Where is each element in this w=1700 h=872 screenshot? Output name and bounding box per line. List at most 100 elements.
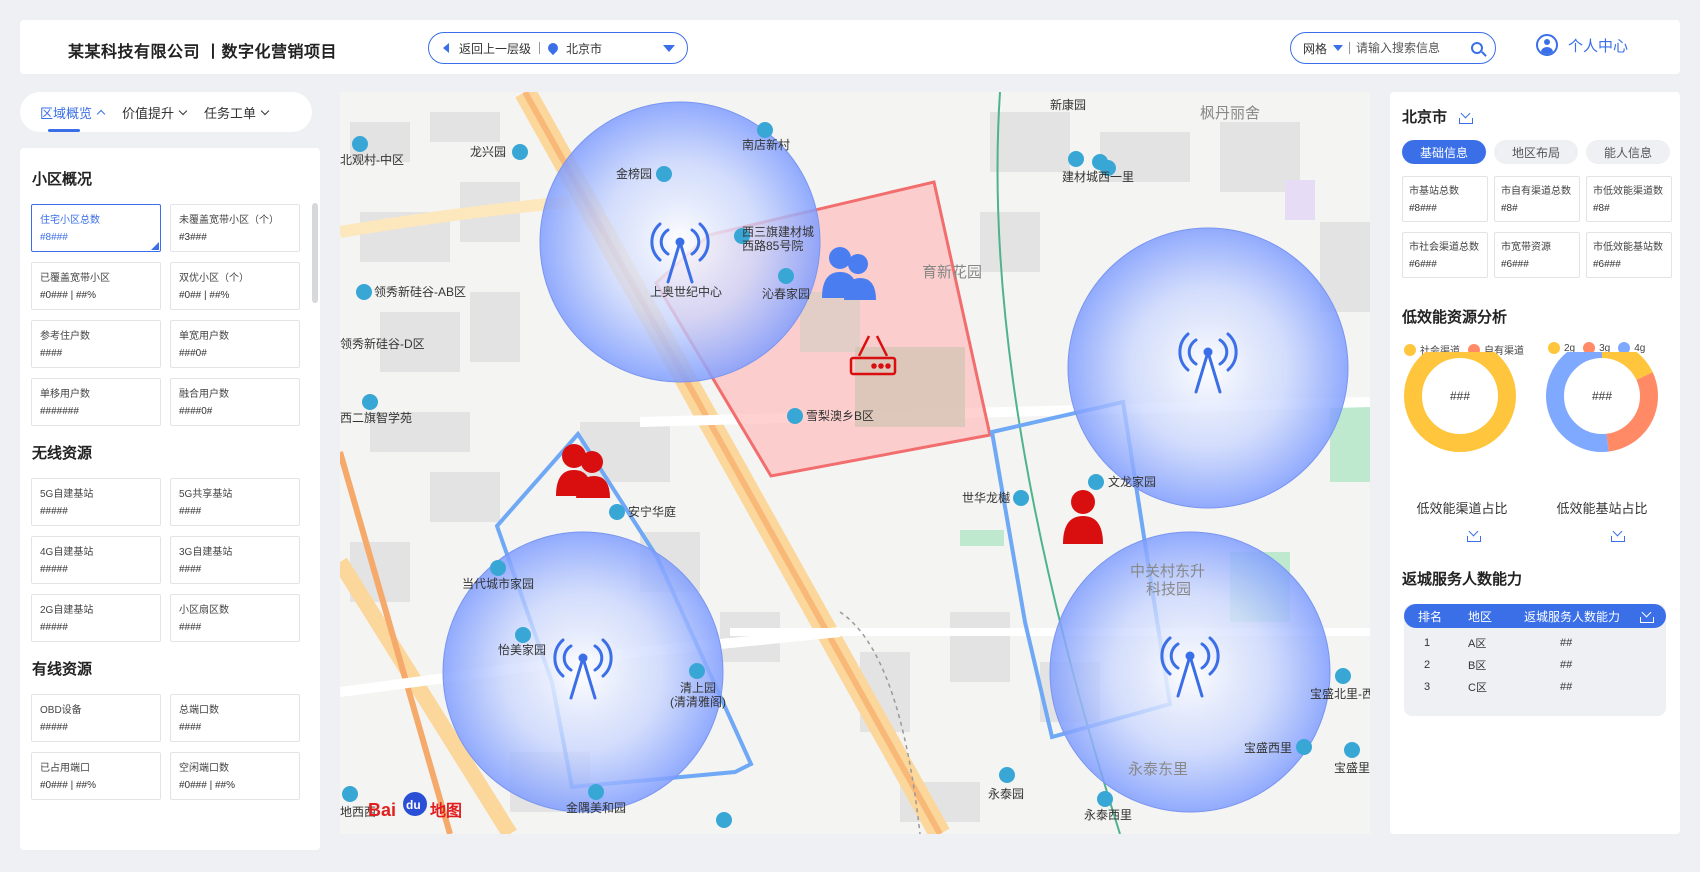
table-row[interactable]: 3 C区 ## xyxy=(1404,676,1666,698)
map-label: 宝盛北里-西 xyxy=(1310,686,1370,701)
tab-basic-info[interactable]: 基础信息 xyxy=(1402,140,1486,164)
stat-card[interactable]: 5G自建基站 ##### xyxy=(31,478,161,526)
stat-label: 市基站总数 xyxy=(1409,186,1459,197)
stat-card[interactable]: 融合用户数 ####0# xyxy=(170,378,300,426)
map-label: 领秀新硅谷-AB区 xyxy=(374,284,466,299)
tab-label: 任务工单 xyxy=(204,105,257,121)
column-header: 地区 xyxy=(1468,609,1493,624)
map-label: 领秀新硅谷-D区 xyxy=(340,336,425,351)
stat-card[interactable]: 3G自建基站 #### xyxy=(170,536,300,584)
stat-card[interactable]: 市低效能渠道数 #8# xyxy=(1586,176,1672,222)
download-icon[interactable] xyxy=(1459,110,1474,124)
stat-value: #0### | ##% xyxy=(40,290,96,301)
stat-card[interactable]: 5G共享基站 #### xyxy=(170,478,300,526)
user-center-label[interactable]: 个人中心 xyxy=(1568,35,1628,56)
map-label: 中关村东升 xyxy=(1130,563,1205,580)
stat-card[interactable]: OBD设备 ##### xyxy=(31,694,161,742)
tab-value-boost[interactable]: 价值提升 xyxy=(122,92,188,132)
stat-card[interactable]: 市基站总数 #8### xyxy=(1402,176,1488,222)
map-label: 清上园 xyxy=(680,681,716,695)
baidu-map-logo: Bai du 地图 xyxy=(368,792,462,820)
stat-card[interactable]: 参考住户数 #### xyxy=(31,320,161,368)
ability-title: 返城服务人数能力 xyxy=(1402,571,1523,588)
map-view[interactable]: 新康园 枫丹丽舍 南店新村 龙兴园 金榜园 北观村-中区 建材城西一里 西三旗建… xyxy=(340,92,1370,834)
coverage-circle[interactable] xyxy=(442,531,724,813)
stat-card[interactable]: 小区扇区数 #### xyxy=(170,594,300,642)
tab-area-overview[interactable]: 区域概览 xyxy=(40,92,106,132)
top-header: 某某科技有限公司 丨数字化营销项目 返回上一层级 北京市 网格 个人中心 xyxy=(20,20,1680,74)
stat-value: ##### xyxy=(40,564,68,575)
stat-card[interactable]: 单移用户数 ####### xyxy=(31,378,161,426)
stat-card[interactable]: 未覆盖宽带小区（个） #3### xyxy=(170,204,300,252)
value-cell: ## xyxy=(1560,637,1573,649)
city-select-value[interactable]: 北京市 xyxy=(566,40,602,57)
map-label: 文龙家园 xyxy=(1108,474,1156,489)
left-tab-bar: 区域概览 价值提升 任务工单 xyxy=(20,92,312,132)
stat-card[interactable]: 双优小区（个） #0## | ##% xyxy=(170,262,300,310)
donut-caption: 低效能渠道占比 xyxy=(1416,501,1508,516)
table-row[interactable]: 1 A区 ## xyxy=(1404,632,1666,654)
user-center-link[interactable]: 个人中心 xyxy=(1536,34,1628,56)
tab-region-layout[interactable]: 地区布局 xyxy=(1494,140,1578,164)
back-button[interactable]: 返回上一层级 xyxy=(459,40,531,57)
chevron-down-icon[interactable] xyxy=(1333,45,1344,51)
map-label: 上奥世纪中心 xyxy=(650,284,722,299)
stat-value: #### xyxy=(179,622,202,633)
stat-card[interactable]: 市自有渠道总数 #8# xyxy=(1494,176,1580,222)
stat-label: 融合用户数 xyxy=(179,389,229,400)
building xyxy=(800,292,860,352)
stat-value: #0### | ##% xyxy=(40,780,96,791)
region-selector[interactable]: 返回上一层级 北京市 xyxy=(428,32,688,64)
stat-card[interactable]: 市低效能基站数 #6### xyxy=(1586,232,1672,278)
grid-select[interactable]: 网格 xyxy=(1303,40,1327,57)
section-title-community: 小区概况 xyxy=(32,171,93,188)
stat-card[interactable]: 市宽带资源 #6### xyxy=(1494,232,1580,278)
search-input[interactable] xyxy=(1356,41,1467,55)
download-icon[interactable] xyxy=(1467,528,1481,542)
map-canvas[interactable]: 新康园 枫丹丽舍 南店新村 龙兴园 金榜园 北观村-中区 建材城西一里 西三旗建… xyxy=(340,92,1370,834)
tab-work-orders[interactable]: 任务工单 xyxy=(204,92,270,132)
map-label: 世华龙樾 xyxy=(962,490,1010,505)
stat-card[interactable]: 单宽用户数 ###0# xyxy=(170,320,300,368)
stat-card[interactable]: 已占用端口 #0### | ##% xyxy=(31,752,161,800)
scrollbar[interactable] xyxy=(312,203,318,303)
map-label: 金榜园 xyxy=(616,166,652,181)
stat-card[interactable]: 4G自建基站 ##### xyxy=(31,536,161,584)
stat-label: 小区扇区数 xyxy=(179,605,229,616)
stat-label: 5G共享基站 xyxy=(179,489,233,500)
user-icon[interactable] xyxy=(1063,490,1103,544)
coverage-circle[interactable] xyxy=(1067,227,1349,509)
stat-card[interactable]: 市社会渠道总数 #6### xyxy=(1402,232,1488,278)
stat-card[interactable]: 已覆盖宽带小区 #0### | ##% xyxy=(31,262,161,310)
stat-value: #3### xyxy=(179,232,207,243)
table-header: 排名 地区 返城服务人数能力 xyxy=(1404,604,1666,628)
stat-value: #0## | ##% xyxy=(179,290,230,301)
stat-card[interactable]: 2G自建基站 ##### xyxy=(31,594,161,642)
map-label: 枫丹丽舍 xyxy=(1200,105,1260,122)
table-row[interactable]: 2 B区 ## xyxy=(1404,654,1666,676)
tab-talent-info[interactable]: 能人信息 xyxy=(1586,140,1670,164)
stat-value: #6### xyxy=(1593,259,1621,270)
chevron-down-icon[interactable] xyxy=(663,45,675,52)
section-title-wired: 有线资源 xyxy=(32,661,93,678)
stat-label: 总端口数 xyxy=(179,705,219,716)
stat-value: ####0# xyxy=(179,406,213,417)
search-icon[interactable] xyxy=(1471,42,1483,54)
map-label: 科技园 xyxy=(1146,581,1191,598)
stat-card[interactable]: 总端口数 #### xyxy=(170,694,300,742)
stat-card[interactable]: 住宅小区总数 #8### xyxy=(31,204,161,252)
value-cell: ## xyxy=(1560,681,1573,693)
download-icon[interactable] xyxy=(1640,609,1654,623)
logo-text: 地图 xyxy=(430,801,462,820)
stat-card[interactable]: 空闲端口数 #0### | ##% xyxy=(170,752,300,800)
back-arrow-icon[interactable] xyxy=(443,43,449,53)
search-box[interactable]: 网格 xyxy=(1290,32,1496,64)
stat-label: 市社会渠道总数 xyxy=(1409,242,1479,253)
map-label: 永泰西里 xyxy=(1084,808,1132,822)
download-icon[interactable] xyxy=(1611,528,1625,542)
user-avatar-icon xyxy=(1536,34,1558,56)
donut-charts: ### ### xyxy=(1404,352,1658,452)
rank-cell: 2 xyxy=(1424,659,1431,671)
map-label: 当代城市家园 xyxy=(462,576,534,591)
region-title-text: 北京市 xyxy=(1402,109,1448,126)
